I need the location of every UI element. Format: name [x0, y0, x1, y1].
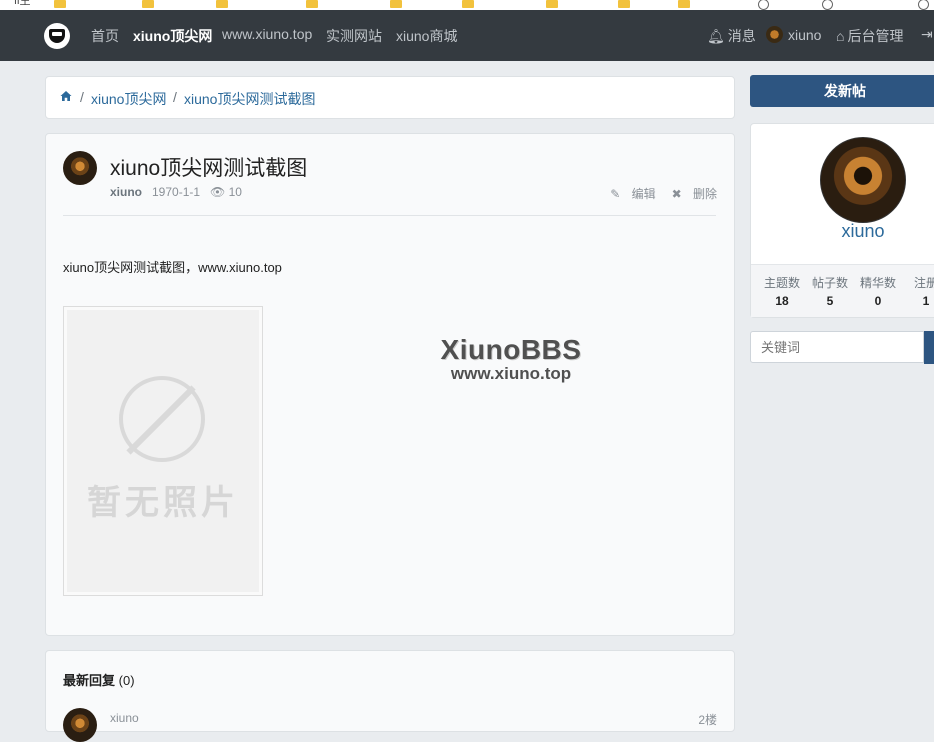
- folder-icon: [546, 0, 558, 8]
- avatar[interactable]: [63, 151, 97, 185]
- post-image[interactable]: 暂无照片: [63, 306, 263, 596]
- bookmark-folder[interactable]: [678, 0, 694, 8]
- watermark-title: XiunoBBS: [440, 334, 582, 365]
- globe-icon: [918, 0, 929, 10]
- logout-icon[interactable]: ⇥: [921, 26, 933, 43]
- replies-count: (0): [118, 673, 135, 688]
- folder-icon: [618, 0, 630, 8]
- stat-digest: 精华数 0: [854, 274, 902, 308]
- post-body-text: xiuno顶尖网测试截图，www.xiuno.top: [63, 260, 282, 275]
- stat-value: 1: [922, 294, 930, 308]
- breadcrumb-separator: /: [173, 89, 177, 105]
- bookmark-folder[interactable]: [216, 0, 232, 8]
- replies-heading: 最新回复 (0): [63, 670, 135, 689]
- folder-icon: [142, 0, 154, 8]
- delete-button[interactable]: ✖ 删除: [664, 187, 717, 201]
- stat-label: 主题数: [763, 276, 800, 290]
- breadcrumb: / xiuno顶尖网 / xiuno顶尖网测试截图: [45, 76, 735, 119]
- folder-icon: [306, 0, 318, 8]
- folder-icon: [462, 0, 474, 8]
- nav-site[interactable]: xiuno顶尖网: [133, 26, 212, 46]
- bookmark-folder[interactable]: [306, 0, 322, 8]
- folder-icon: [216, 0, 228, 8]
- no-photo-icon: [119, 376, 205, 462]
- bookmark-site[interactable]: [822, 0, 837, 10]
- breadcrumb-thread[interactable]: xiuno顶尖网测试截图: [184, 89, 315, 109]
- search-input[interactable]: [750, 331, 924, 363]
- watermark-url: www.xiuno.top: [450, 364, 572, 383]
- user-card: xiuno 主题数 18 帖子数 5 精华数 0 注册 1: [750, 123, 934, 318]
- nav-user[interactable]: xiuno: [766, 26, 821, 43]
- breadcrumb-separator: /: [80, 89, 84, 105]
- bookmarks-bar: fl生: [0, 0, 934, 10]
- nav-url[interactable]: www.xiuno.top: [222, 26, 312, 42]
- nav-test-site[interactable]: 实测网站: [326, 26, 382, 46]
- page-title: xiuno顶尖网测试截图: [110, 157, 308, 180]
- stat-threads: 主题数 18: [758, 274, 806, 308]
- folder-icon: [678, 0, 690, 8]
- nav-admin-label: 后台管理: [847, 28, 904, 44]
- nav-messages[interactable]: 🔔︎ 消息: [707, 26, 756, 46]
- stat-value: 0: [874, 294, 882, 308]
- bookmark-folder[interactable]: [54, 0, 70, 8]
- edit-icon: ✎: [610, 187, 624, 201]
- reply-floor: 2楼: [698, 713, 717, 727]
- delete-label: 删除: [692, 187, 717, 201]
- nav-admin[interactable]: ⌂ 后台管理: [836, 26, 903, 46]
- post-actions: ✎ 编辑 ✖ 删除: [594, 185, 717, 202]
- post-author[interactable]: xiuno: [110, 185, 142, 199]
- nav-messages-label: 消息: [727, 28, 756, 44]
- replies-section: 最新回复 (0) xiuno 2楼: [45, 650, 735, 742]
- stat-posts: 帖子数 5: [806, 274, 854, 308]
- home-icon[interactable]: [60, 90, 72, 102]
- edit-label: 编辑: [631, 187, 656, 201]
- search-button[interactable]: [924, 331, 934, 364]
- post-meta: xiuno 1970-1-1 👁︎ 10: [110, 185, 242, 199]
- image-placeholder-text: 暂无照片: [87, 484, 239, 522]
- post-date: 1970-1-1: [152, 185, 201, 199]
- folder-icon: [390, 0, 402, 8]
- replies-title: 最新回复: [63, 673, 116, 688]
- top-navbar: 首页 xiuno顶尖网 www.xiuno.top 实测网站 xiuno商城 🔔…: [0, 10, 934, 61]
- new-post-button[interactable]: 发新帖: [750, 75, 934, 107]
- eye-icon: 👁︎: [210, 185, 229, 199]
- nav-user-label: xiuno: [788, 27, 822, 43]
- home-icon: ⌂: [836, 28, 845, 44]
- breadcrumb-site[interactable]: xiuno顶尖网: [91, 89, 166, 109]
- site-logo[interactable]: [44, 23, 70, 49]
- close-icon: ✖: [671, 187, 685, 201]
- avatar: [766, 26, 783, 43]
- edit-button[interactable]: ✎ 编辑: [602, 187, 655, 201]
- stat-label: 精华数: [859, 276, 896, 290]
- stat-label: 帖子数: [811, 276, 848, 290]
- stat-value: 18: [775, 294, 789, 308]
- globe-icon: [822, 0, 833, 10]
- post-views: 10: [228, 185, 242, 199]
- bookmark-folder[interactable]: [462, 0, 478, 8]
- user-name[interactable]: xiuno: [751, 221, 934, 242]
- bookmark-folder[interactable]: [546, 0, 562, 8]
- stat-registered: 注册 1: [902, 274, 934, 308]
- globe-icon: [758, 0, 769, 10]
- bookmark-fragment[interactable]: fl生: [14, 0, 31, 7]
- bell-icon: 🔔︎: [707, 28, 725, 44]
- avatar[interactable]: [63, 708, 97, 742]
- bookmark-site[interactable]: [918, 0, 933, 10]
- reply-author[interactable]: xiuno: [110, 711, 139, 725]
- bookmark-folder[interactable]: [618, 0, 634, 8]
- bookmark-folder[interactable]: [142, 0, 158, 8]
- folder-icon: [54, 0, 66, 8]
- nav-home[interactable]: 首页: [91, 26, 119, 46]
- watermark: XiunoBBS www.xiuno.top: [431, 334, 591, 384]
- stat-value: 5: [826, 294, 834, 308]
- thread-post: xiuno顶尖网测试截图 xiuno 1970-1-1 👁︎ 10 ✎ 编辑 ✖ 删除…: [45, 133, 735, 636]
- bookmark-folder[interactable]: [390, 0, 406, 8]
- stat-label: 注册: [913, 276, 934, 290]
- avatar[interactable]: [820, 137, 906, 223]
- bookmark-site[interactable]: [758, 0, 773, 10]
- user-stats: 主题数 18 帖子数 5 精华数 0 注册 1: [751, 264, 934, 317]
- nav-shop[interactable]: xiuno商城: [396, 26, 457, 46]
- divider: [63, 215, 716, 216]
